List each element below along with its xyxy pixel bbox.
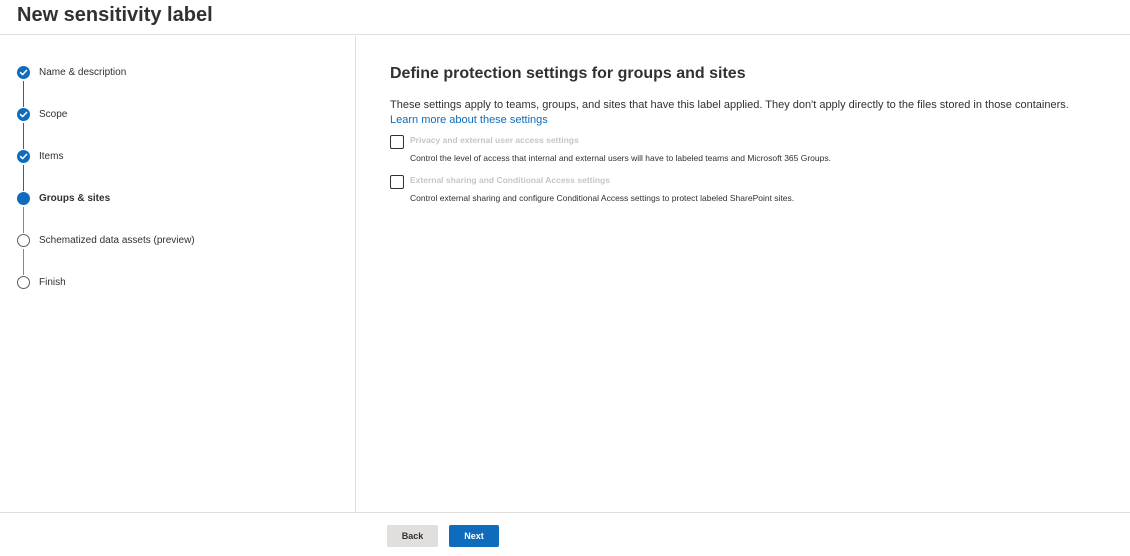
wizard-step-schematized-data-assets: Schematized data assets (preview) (17, 234, 337, 250)
step-complete-check-icon (17, 66, 30, 79)
external-sharing-checkbox[interactable] (390, 175, 404, 189)
wizard-step-items[interactable]: Items (17, 150, 337, 166)
step-label: Items (39, 151, 64, 162)
page-header: New sensitivity label (0, 0, 1130, 35)
wizard-page: New sensitivity label Name & description… (0, 0, 1130, 556)
step-complete-check-icon (17, 150, 30, 163)
step-connector (23, 165, 25, 191)
next-button[interactable]: Next (449, 525, 499, 547)
step-label: Schematized data assets (preview) (39, 235, 195, 246)
privacy-external-access-option: Privacy and external user access setting… (390, 135, 1110, 169)
option-description: Control external sharing and configure C… (410, 193, 795, 203)
wizard-step-name-description[interactable]: Name & description (17, 66, 337, 82)
option-title: External sharing and Conditional Access … (410, 175, 610, 185)
step-pending-circle-icon (17, 234, 30, 247)
step-label: Groups & sites (39, 193, 111, 204)
step-connector (23, 207, 25, 233)
step-label: Name & description (39, 67, 127, 78)
wizard-step-scope[interactable]: Scope (17, 108, 337, 124)
wizard-step-groups-sites[interactable]: Groups & sites (17, 192, 337, 208)
wizard-steps-panel: Name & description Scope Items Groups & … (0, 36, 356, 512)
step-label: Finish (39, 277, 66, 288)
wizard-footer: Back Next (0, 512, 1130, 556)
wizard-step-finish: Finish (17, 276, 337, 292)
option-description: Control the level of access that interna… (410, 153, 831, 163)
option-title: Privacy and external user access setting… (410, 135, 579, 145)
learn-more-link[interactable]: Learn more about these settings (390, 113, 548, 127)
external-sharing-option: External sharing and Conditional Access … (390, 175, 1110, 209)
step-pending-circle-icon (17, 276, 30, 289)
page-title: New sensitivity label (17, 4, 213, 26)
section-description: These settings apply to teams, groups, a… (390, 99, 1069, 111)
step-label: Scope (39, 109, 68, 120)
section-heading: Define protection settings for groups an… (390, 65, 746, 82)
step-connector (23, 81, 25, 107)
step-complete-check-icon (17, 108, 30, 121)
step-connector (23, 249, 25, 275)
privacy-external-access-checkbox[interactable] (390, 135, 404, 149)
step-connector (23, 123, 25, 149)
back-button[interactable]: Back (387, 525, 438, 547)
step-current-dot-icon (17, 192, 30, 205)
